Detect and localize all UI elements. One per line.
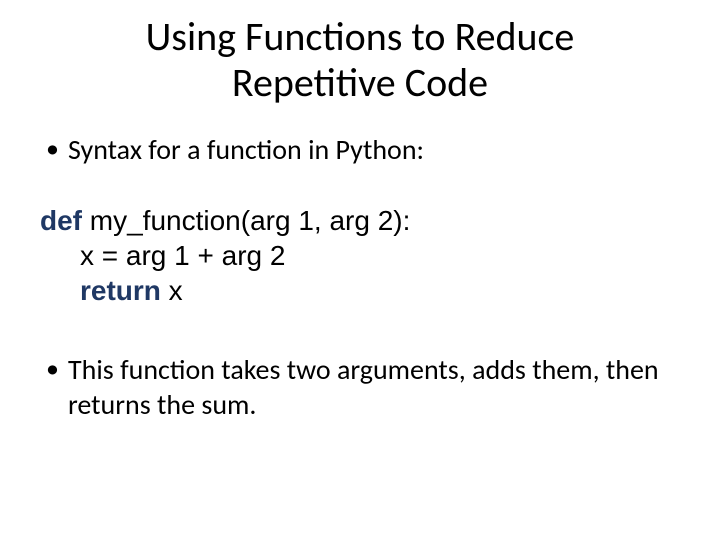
slide: Using Functions to Reduce Repetitive Cod…	[0, 0, 720, 540]
code-line-return: return x	[40, 273, 680, 308]
keyword-def: def	[40, 205, 82, 236]
code-text: my_function(arg 1, arg 2):	[82, 205, 410, 236]
keyword-return: return	[80, 275, 161, 306]
bullet-item: This function takes two arguments, adds …	[40, 352, 680, 422]
code-text: x	[161, 275, 183, 306]
code-example: def my_function(arg 1, arg 2): x = arg 1…	[40, 203, 680, 308]
code-line-def: def my_function(arg 1, arg 2):	[40, 203, 680, 238]
slide-body: Syntax for a function in Python: def my_…	[40, 132, 680, 422]
bullet-list-top: Syntax for a function in Python:	[40, 132, 680, 167]
slide-title: Using Functions to Reduce Repetitive Cod…	[40, 14, 680, 106]
bullet-item: Syntax for a function in Python:	[40, 132, 680, 167]
code-line-body: x = arg 1 + arg 2	[40, 238, 680, 273]
bullet-list-bottom: This function takes two arguments, adds …	[40, 352, 680, 422]
